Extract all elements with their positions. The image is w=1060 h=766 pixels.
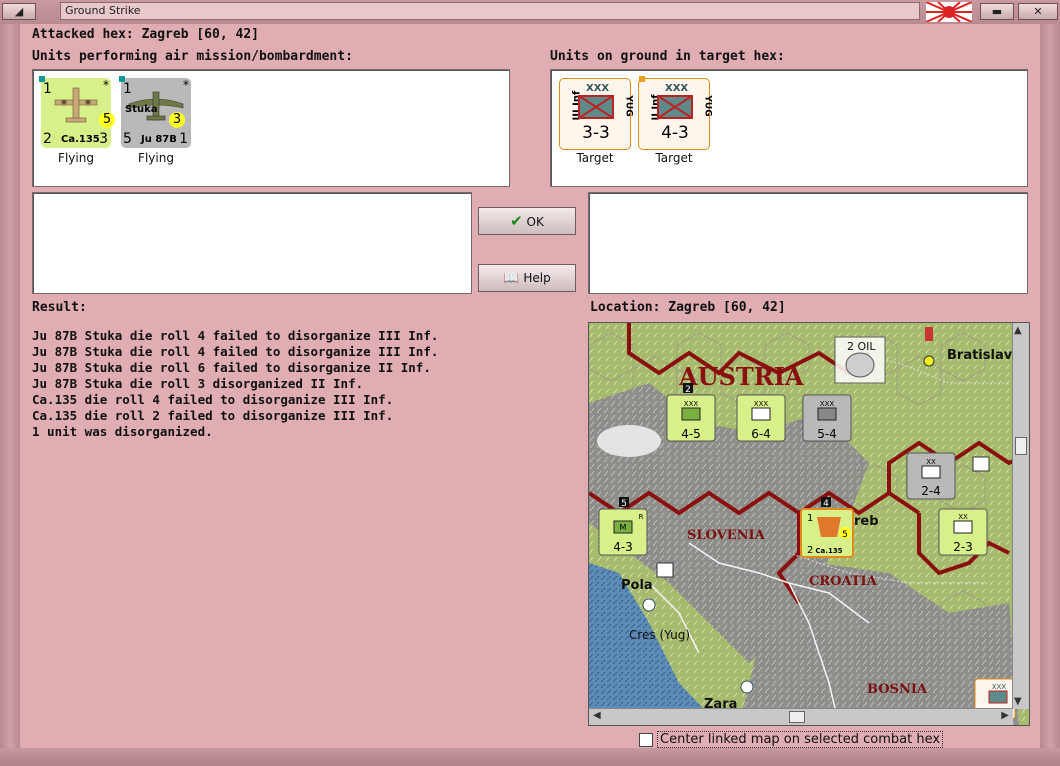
- ok-button[interactable]: ✔ OK: [478, 207, 576, 235]
- svg-text:XXX: XXX: [992, 683, 1007, 691]
- ground-unit-status: Target: [655, 151, 693, 165]
- result-line: Ju 87B Stuka die roll 6 failed to disorg…: [32, 360, 431, 375]
- ground-unit-status: Target: [576, 151, 614, 165]
- map-label-slovenia: SLOVENIA: [687, 528, 766, 543]
- svg-text:2: 2: [685, 385, 691, 395]
- frame-left: [0, 24, 20, 766]
- result-line: Ju 87B Stuka die roll 3 disorganized II …: [32, 376, 364, 391]
- infantry-symbol-icon: [578, 95, 614, 119]
- scroll-thumb[interactable]: [789, 711, 805, 723]
- attacked-hex-label: Attacked hex: Zagreb [60, 42]: [32, 27, 259, 42]
- air-units-panel: 1 * 5 2 Ca.135 3 Flying 1 * Stuka 3 5 Ju…: [32, 69, 510, 187]
- factory-icon: [972, 456, 990, 472]
- result-log: Ju 87B Stuka die roll 4 failed to disorg…: [32, 328, 438, 440]
- map-label-bratislava: Bratislav: [947, 348, 1013, 363]
- minimize-button[interactable]: ▬: [980, 3, 1014, 20]
- map-label-cres: Cres (Yug): [629, 628, 690, 642]
- svg-text:XXX: XXX: [820, 400, 835, 408]
- result-line: Ca.135 die roll 2 failed to disorganize …: [32, 408, 394, 423]
- book-icon: 📖: [503, 271, 520, 286]
- air-unit-ju87b[interactable]: 1 * Stuka 3 5 Ju 87B 1: [119, 76, 191, 148]
- window-title: Ground Strike: [60, 2, 920, 20]
- location-map[interactable]: AUSTRIA SLOVENIA CROATIA BOSNIA Bratisla…: [588, 322, 1030, 726]
- frame-right: [1040, 24, 1060, 766]
- frame-bottom: [0, 748, 1060, 766]
- svg-text:4: 4: [823, 499, 829, 509]
- svg-text:XX: XX: [958, 513, 968, 521]
- hex-map[interactable]: AUSTRIA SLOVENIA CROATIA BOSNIA Bratisla…: [589, 323, 1029, 725]
- result-line: 1 unit was disorganized.: [32, 424, 213, 439]
- air-unit-status: Flying: [58, 151, 94, 165]
- svg-text:4-3: 4-3: [613, 540, 633, 554]
- ground-unit-detail-panel: [588, 192, 1028, 294]
- svg-text:5: 5: [621, 499, 627, 509]
- close-button[interactable]: ✕: [1018, 3, 1058, 20]
- map-vertical-scrollbar[interactable]: ▲ ▼: [1012, 323, 1029, 709]
- city-icon: [923, 355, 935, 367]
- result-label: Result:: [32, 300, 87, 315]
- map-horizontal-scrollbar[interactable]: ◀ ▶: [589, 708, 1013, 725]
- port-icon: [642, 598, 656, 612]
- ground-units-panel: III Inf YUG XXX 3-3 Target II Inf YUG XX…: [550, 69, 1028, 187]
- result-line: Ju 87B Stuka die roll 4 failed to disorg…: [32, 344, 439, 359]
- svg-text:XXX: XXX: [684, 400, 699, 408]
- svg-text:R: R: [639, 513, 644, 521]
- ground-units-label: Units on ground in target hex:: [550, 49, 785, 64]
- svg-text:Ca.135: Ca.135: [815, 547, 842, 555]
- scroll-right-icon[interactable]: ▶: [1001, 710, 1009, 721]
- air-unit-detail-panel: [32, 192, 472, 294]
- scroll-left-icon[interactable]: ◀: [593, 710, 601, 721]
- center-map-checkbox-label[interactable]: Center linked map on selected combat hex: [657, 731, 944, 748]
- map-counter[interactable]: XX 2-4: [906, 452, 956, 500]
- infantry-symbol-icon: [657, 95, 693, 119]
- title-bar: ◢ Ground Strike ▬ ✕: [0, 0, 1060, 25]
- factory-icon: [656, 562, 674, 578]
- map-label-croatia: CROATIA: [809, 574, 878, 589]
- location-label: Location: Zagreb [60, 42]: [590, 300, 786, 315]
- dialog-content: Attacked hex: Zagreb [60, 42] Units perf…: [20, 24, 1040, 748]
- disorganized-dot-icon: [639, 76, 645, 82]
- svg-text:6-4: 6-4: [751, 427, 771, 441]
- air-unit-ca135[interactable]: 1 * 5 2 Ca.135 3: [39, 76, 115, 148]
- factory-icon: [925, 327, 933, 341]
- svg-text:XXX: XXX: [754, 400, 769, 408]
- map-label-pola: Pola: [621, 578, 653, 593]
- result-line: Ju 87B Stuka die roll 4 failed to disorg…: [32, 328, 439, 343]
- result-line: Ca.135 die roll 4 failed to disorganize …: [32, 392, 394, 407]
- scroll-up-icon[interactable]: ▲: [1014, 325, 1022, 336]
- svg-text:5-4: 5-4: [817, 427, 837, 441]
- svg-text:M: M: [620, 523, 627, 532]
- oil-drum-icon: [845, 352, 875, 378]
- air-units-label: Units performing air mission/bombardment…: [32, 49, 353, 64]
- svg-text:XX: XX: [926, 458, 936, 466]
- bomber-plane-icon: [54, 87, 98, 123]
- svg-text:4-5: 4-5: [681, 427, 701, 441]
- scroll-thumb[interactable]: [1015, 437, 1027, 455]
- ground-unit-ii-inf[interactable]: II Inf YUG XXX 4-3: [638, 76, 713, 150]
- center-map-checkbox[interactable]: [639, 733, 653, 747]
- checkmark-icon: ✔: [510, 212, 523, 230]
- scroll-down-icon[interactable]: ▼: [1014, 696, 1022, 707]
- oil-resource-label: 2 OIL: [847, 340, 876, 353]
- map-label-zagreb: reb: [854, 514, 879, 529]
- svg-text:2-3: 2-3: [953, 540, 973, 554]
- port-icon: [740, 680, 754, 694]
- map-label-bosnia: BOSNIA: [867, 682, 928, 697]
- svg-text:2-4: 2-4: [921, 484, 941, 498]
- map-label-austria: AUSTRIA: [678, 362, 804, 391]
- system-menu-button[interactable]: ◢: [2, 3, 36, 20]
- svg-text:1: 1: [807, 513, 813, 524]
- map-counter[interactable]: XX 2-3: [938, 508, 988, 556]
- help-button[interactable]: 📖 Help: [478, 264, 576, 292]
- japan-flag-icon: [926, 2, 972, 22]
- ground-unit-iii-inf[interactable]: III Inf YUG XXX 3-3: [559, 78, 634, 150]
- svg-text:2: 2: [807, 545, 813, 556]
- air-unit-status: Flying: [138, 151, 174, 165]
- svg-text:5: 5: [842, 530, 848, 540]
- map-counter[interactable]: XXX 6-4: [736, 394, 786, 442]
- map-counter[interactable]: XXX 5-4: [802, 394, 852, 442]
